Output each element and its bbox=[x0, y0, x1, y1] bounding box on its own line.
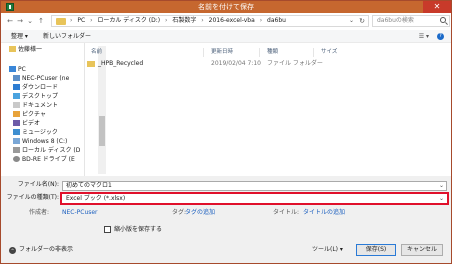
address-dropdown-icon[interactable]: ⌄ bbox=[349, 16, 354, 26]
file-row[interactable]: _HPB_Recycled 2019/02/04 7:10 ファイル フォルダー bbox=[87, 59, 323, 69]
back-icon[interactable]: ← bbox=[5, 16, 15, 26]
nav-item-downloads[interactable]: ダウンロード bbox=[13, 83, 58, 92]
refresh-icon[interactable]: ↻ bbox=[359, 16, 365, 26]
recent-locations-icon[interactable]: ⌄ bbox=[25, 16, 35, 26]
address-bar: ← → ⌄ ↑ › PC › ローカル ディスク (D:) › 石製数字 › 2… bbox=[1, 13, 451, 30]
downloads-icon bbox=[13, 84, 20, 90]
column-divider bbox=[313, 48, 314, 57]
help-icon[interactable]: ? bbox=[437, 33, 444, 40]
filename-label: ファイル名(N): bbox=[17, 181, 59, 188]
breadcrumb-item[interactable]: 2016-excel-vba bbox=[209, 17, 255, 24]
nav-item-drive-c[interactable]: Windows 8 (C:) bbox=[13, 137, 67, 146]
filetype-label: ファイルの種類(T): bbox=[6, 194, 59, 201]
scrollbar-thumb[interactable] bbox=[99, 116, 105, 146]
tags-label: タグ: bbox=[172, 209, 187, 216]
documents-icon bbox=[13, 102, 20, 108]
file-modified: 2019/02/04 7:10 bbox=[211, 60, 261, 67]
filename-value: 初めてのマクロ1 bbox=[66, 182, 112, 189]
column-header-name[interactable]: 名前 bbox=[91, 48, 102, 56]
file-type: ファイル フォルダー bbox=[267, 60, 323, 67]
save-button[interactable]: 保存(S) bbox=[356, 244, 396, 256]
file-name: _HPB_Recycled bbox=[98, 60, 144, 67]
address-field[interactable]: › PC › ローカル ディスク (D:) › 石製数字 › 2016-exce… bbox=[51, 15, 369, 27]
search-input[interactable]: da6buの検索 bbox=[372, 15, 450, 27]
search-icon bbox=[440, 17, 446, 23]
chevron-down-icon[interactable]: ⌄ bbox=[439, 182, 444, 190]
save-form: ファイル名(N): 初めてのマクロ1 ⌄ ファイルの種類(T): Excel ブ… bbox=[1, 176, 451, 263]
breadcrumb-item[interactable]: PC bbox=[77, 17, 85, 24]
nav-item-pc[interactable]: PC bbox=[9, 65, 26, 74]
breadcrumb-separator: › bbox=[259, 17, 263, 24]
desktop-icon bbox=[13, 93, 20, 99]
title-bar: 名前を付けて保存 ✕ bbox=[1, 1, 451, 13]
tools-menu-button[interactable]: ツール(L) ▾ bbox=[312, 244, 343, 256]
folder-icon bbox=[87, 61, 95, 67]
navigation-pane: 佐藤様一 PC NEC-PCuser (ne ダウンロード デスクトップ ドキュ… bbox=[1, 43, 85, 176]
filename-field[interactable]: 初めてのマクロ1 ⌄ bbox=[62, 181, 447, 191]
search-placeholder: da6buの検索 bbox=[377, 17, 414, 24]
nav-item-optical-drive[interactable]: BD-RE ドライブ (E bbox=[13, 155, 75, 164]
nav-item-documents[interactable]: ドキュメント bbox=[13, 101, 58, 110]
breadcrumb-separator: › bbox=[201, 17, 204, 24]
nav-item-pictures[interactable]: ピクチャ bbox=[13, 110, 46, 119]
hide-folders-button[interactable]: フォルダーの非表示 bbox=[19, 246, 73, 254]
network-user-icon bbox=[13, 75, 20, 81]
command-bar: 整理 ▾ 新しいフォルダー ☰ ▾ ? bbox=[1, 30, 451, 43]
folder-icon bbox=[56, 18, 66, 25]
cancel-button[interactable]: キャンセル bbox=[401, 244, 443, 256]
pictures-icon bbox=[13, 111, 20, 117]
title-add-link[interactable]: タイトルの追加 bbox=[303, 209, 345, 217]
user-folder-icon bbox=[9, 46, 16, 52]
videos-icon bbox=[13, 120, 20, 126]
breadcrumb-item[interactable]: da6bu bbox=[267, 17, 286, 24]
nav-item-drive-d[interactable]: ローカル ディスク (D bbox=[13, 146, 80, 155]
nav-item-desktop[interactable]: デスクトップ bbox=[13, 92, 58, 101]
author-value[interactable]: NEC-PCuser bbox=[62, 209, 98, 217]
breadcrumb: › PC › ローカル ディスク (D:) › 石製数字 › 2016-exce… bbox=[70, 16, 289, 26]
save-as-dialog: 名前を付けて保存 ✕ ← → ⌄ ↑ › PC › ローカル ディスク (D:)… bbox=[0, 0, 452, 264]
column-header-modified[interactable]: 更新日時 bbox=[211, 48, 233, 56]
new-folder-button[interactable]: 新しいフォルダー bbox=[43, 30, 91, 43]
column-header-size[interactable]: サイズ bbox=[321, 48, 337, 56]
organize-button[interactable]: 整理 ▾ bbox=[11, 30, 28, 43]
nav-item-user[interactable]: 佐藤様一 bbox=[9, 45, 42, 54]
hide-folders-icon[interactable]: ^ bbox=[9, 247, 16, 254]
drive-icon bbox=[13, 147, 20, 153]
close-button[interactable]: ✕ bbox=[423, 1, 451, 13]
title-label: タイトル: bbox=[273, 209, 300, 216]
thumbnail-label: 縮小版を保存する bbox=[114, 226, 163, 233]
nav-item-music[interactable]: ミュージック bbox=[13, 128, 58, 137]
column-divider bbox=[259, 48, 260, 57]
filetype-value: Excel ブック (*.xlsx) bbox=[66, 195, 126, 202]
thumbnail-checkbox[interactable] bbox=[104, 226, 111, 233]
view-options-icon[interactable]: ☰ ▾ bbox=[419, 30, 429, 43]
author-label: 作成者: bbox=[29, 209, 50, 216]
nav-item-network-user[interactable]: NEC-PCuser (ne bbox=[13, 74, 69, 83]
breadcrumb-item[interactable]: ローカル ディスク (D:) bbox=[97, 17, 160, 24]
forward-icon[interactable]: → bbox=[15, 16, 25, 26]
pc-icon bbox=[9, 66, 16, 72]
up-folder-icon[interactable]: ↑ bbox=[36, 16, 46, 26]
breadcrumb-separator: › bbox=[165, 17, 168, 24]
tags-add-link[interactable]: タグの追加 bbox=[185, 209, 215, 217]
column-divider bbox=[203, 48, 204, 57]
breadcrumb-item[interactable]: 石製数字 bbox=[172, 17, 196, 24]
breadcrumb-separator: › bbox=[70, 17, 73, 24]
dialog-title: 名前を付けて保存 bbox=[198, 3, 254, 11]
breadcrumb-separator: › bbox=[90, 17, 93, 24]
chevron-down-icon[interactable]: ⌄ bbox=[439, 195, 444, 202]
column-header-type[interactable]: 種類 bbox=[267, 48, 278, 56]
drive-icon bbox=[13, 138, 20, 144]
music-icon bbox=[13, 129, 20, 135]
optical-drive-icon bbox=[13, 156, 20, 162]
filetype-select[interactable]: Excel ブック (*.xlsx) ⌄ bbox=[62, 194, 447, 203]
nav-item-videos[interactable]: ビデオ bbox=[13, 119, 40, 128]
